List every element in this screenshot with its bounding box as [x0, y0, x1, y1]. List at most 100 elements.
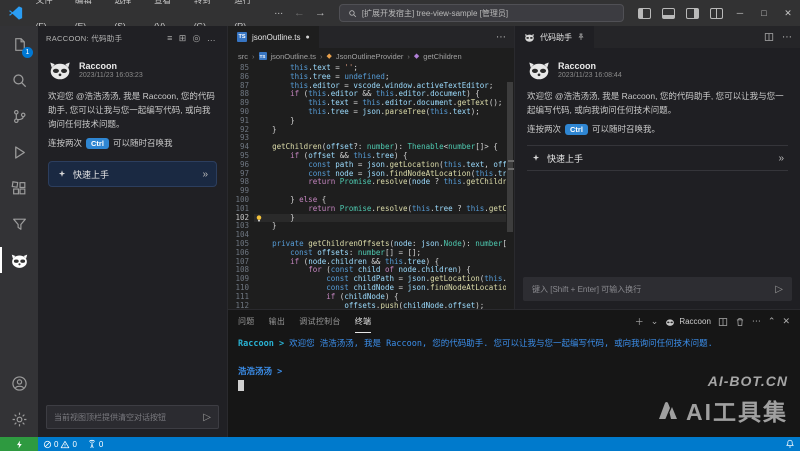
terminal-instance[interactable]: Raccoon — [665, 317, 711, 327]
sidebar-item-test-filter[interactable] — [0, 206, 38, 242]
nav-back-icon[interactable]: ← — [289, 7, 310, 19]
code-token: this — [444, 160, 462, 169]
code-token: this — [290, 72, 308, 81]
code-token: document — [417, 98, 453, 107]
toggle-secondary-sidebar-icon[interactable] — [680, 0, 704, 26]
menu-overflow[interactable]: ⋯ — [268, 0, 289, 26]
tab-code-assistant[interactable]: 代码助手 — [515, 26, 595, 48]
more-actions-icon[interactable]: … — [204, 33, 219, 43]
tab-terminal[interactable]: 终端 — [355, 310, 372, 333]
sidebar-item-run-debug[interactable] — [0, 134, 38, 170]
code-editor[interactable]: 8586878889909192939495969798991001011021… — [228, 64, 514, 309]
sidebar-item-extensions[interactable] — [0, 170, 38, 206]
code-token: json — [408, 283, 426, 292]
panel-actions: ＋ ⌄ Raccoon — [635, 315, 790, 328]
scrollbar-thumb[interactable] — [507, 82, 513, 232]
code-token: this — [308, 107, 326, 116]
sidebar-item-raccoon[interactable] — [0, 242, 38, 278]
terminal-body[interactable]: Raccoon > 欢迎您 浩浩汤汤, 我是 Raccoon, 您的代码助手. … — [228, 333, 800, 437]
code-line[interactable]: } — [254, 214, 506, 223]
code-token: , — [484, 160, 493, 169]
toggle-sidebar-icon[interactable] — [632, 0, 656, 26]
code-lines[interactable]: this.text = ''; this.tree = undefined; t… — [254, 64, 506, 309]
code-token: = — [394, 283, 408, 292]
quick-start-button[interactable]: 快速上手 » — [48, 161, 217, 187]
primary-sidebar: RACCOON: 代码助手 ≡ ⊞ ◎ … Raccoon 2023/11/23… — [38, 26, 228, 437]
toggle-panel-icon[interactable] — [656, 0, 680, 26]
problems-status[interactable]: 0 0 — [38, 437, 82, 451]
code-line[interactable]: } — [254, 117, 506, 126]
customize-layout-icon[interactable] — [704, 0, 728, 26]
code-token: window — [385, 81, 412, 90]
clear-chat-icon[interactable]: ≡ — [164, 33, 176, 43]
breadcrumb-file[interactable]: jsonOutline.ts — [271, 52, 316, 61]
typescript-file-icon: TS — [237, 32, 247, 42]
terminal-dropdown-icon[interactable]: ⌄ — [651, 316, 659, 327]
nav-forward-icon[interactable]: → — [310, 7, 331, 19]
account-button[interactable] — [0, 365, 38, 401]
minimize-button[interactable]: ─ — [728, 0, 752, 26]
assistant-webview: Raccoon 2023/11/23 16:08:44 欢迎您 @浩浩汤汤, 我… — [515, 48, 800, 271]
notifications-button[interactable] — [780, 437, 800, 451]
trash-icon[interactable] — [735, 317, 745, 327]
code-line[interactable]: } — [254, 222, 506, 231]
more-actions-icon[interactable]: ⋯ — [782, 32, 792, 43]
code-token: ; — [489, 81, 494, 90]
tab-output[interactable]: 输出 — [269, 310, 286, 333]
sidebar-chat-inputbox[interactable]: ▷ — [46, 405, 219, 429]
dirty-dot-icon[interactable]: ● — [305, 34, 309, 41]
tab-debug-console[interactable]: 调试控制台 — [299, 310, 341, 333]
code-token: (); — [489, 98, 503, 107]
split-terminal-icon[interactable] — [718, 317, 728, 327]
ports-status[interactable]: 0 — [82, 437, 108, 451]
sidebar-chat-input[interactable] — [54, 413, 198, 422]
command-center-search[interactable]: [扩展开发宿主] tree-view-sample [管理员] — [339, 4, 624, 22]
sidebar-header: RACCOON: 代码助手 ≡ ⊞ ◎ … — [38, 26, 227, 50]
code-token: text — [313, 64, 331, 72]
split-editor-icon[interactable] — [764, 32, 774, 42]
maximize-panel-icon[interactable]: ⌃ — [768, 316, 776, 327]
hint-prefix: 连按两次 — [527, 123, 561, 135]
assistant-inputbox[interactable]: ▷ — [523, 277, 792, 301]
code-token: node — [412, 177, 430, 186]
sidebar-input-row: ▷ — [38, 399, 227, 437]
maximize-button[interactable]: □ — [752, 0, 776, 26]
code-line[interactable]: offsets.push(childNode.offset); — [254, 302, 506, 309]
typescript-file-icon: TS — [259, 52, 267, 60]
breadcrumb[interactable]: src › TS jsonOutline.ts › ◆ JsonOutlineP… — [228, 48, 514, 64]
close-panel-icon[interactable]: ✕ — [782, 316, 790, 327]
pin-icon[interactable] — [577, 33, 585, 41]
tab-jsonoutline[interactable]: TS jsonOutline.ts ● — [228, 26, 320, 48]
more-actions-icon[interactable]: ⋯ — [752, 316, 761, 327]
code-line[interactable]: return Promise.resolve(node ? this.getCh… — [254, 178, 506, 187]
code-token: : — [412, 239, 421, 248]
code-token: childPath — [353, 274, 394, 283]
editor-scrollbar[interactable] — [506, 64, 514, 309]
new-terminal-icon[interactable]: ＋ — [635, 315, 644, 328]
remote-indicator[interactable] — [0, 437, 38, 451]
tab-problems[interactable]: 问题 — [238, 310, 255, 333]
sidebar-item-source-control[interactable] — [0, 98, 38, 134]
breadcrumb-method[interactable]: getChildren — [423, 52, 461, 61]
ctrl-keycap: Ctrl — [565, 124, 588, 135]
more-actions-icon[interactable]: ⋯ — [496, 32, 506, 43]
sidebar-item-explorer[interactable]: 1 — [0, 26, 38, 62]
breadcrumb-class[interactable]: JsonOutlineProvider — [336, 52, 404, 61]
code-token — [254, 177, 308, 186]
code-token: if — [290, 89, 299, 98]
breadcrumb-src[interactable]: src — [238, 52, 248, 61]
settings-button[interactable] — [0, 401, 38, 437]
code-token: } — [254, 195, 299, 204]
code-line[interactable]: } — [254, 126, 506, 135]
quick-start-button[interactable]: 快速上手 » — [527, 145, 788, 171]
send-icon[interactable]: ▷ — [203, 412, 211, 423]
code-token: offset — [493, 160, 506, 169]
assistant-chat-input[interactable] — [532, 285, 769, 294]
send-icon[interactable]: ▷ — [775, 284, 783, 295]
sidebar-item-search[interactable] — [0, 62, 38, 98]
settings-circle-icon[interactable]: ◎ — [190, 33, 204, 44]
close-button[interactable]: ✕ — [776, 0, 800, 26]
raccoon-avatar — [48, 58, 72, 82]
secondary-tabbar: 代码助手 ⋯ — [515, 26, 800, 48]
new-chat-icon[interactable]: ⊞ — [176, 33, 190, 44]
